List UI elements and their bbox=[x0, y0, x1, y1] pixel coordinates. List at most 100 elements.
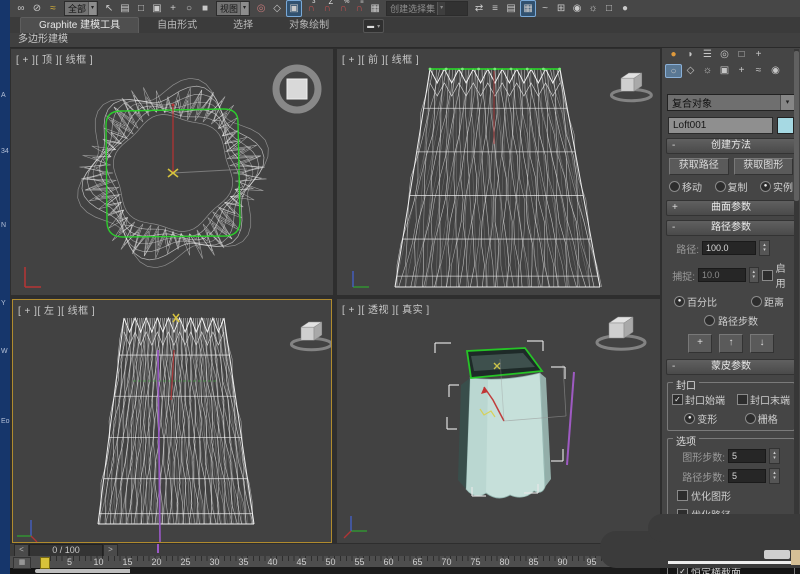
tab-object-paint[interactable]: 对象绘制 bbox=[271, 18, 347, 33]
render-production-icon[interactable]: ● bbox=[618, 1, 632, 16]
path-value-spinner[interactable]: ▴▾ bbox=[759, 240, 770, 256]
window-crossing-icon[interactable]: ▣ bbox=[150, 1, 164, 16]
path-steps-spinner[interactable]: ▴▾ bbox=[769, 468, 780, 484]
material-editor-icon[interactable]: ◉ bbox=[570, 1, 584, 16]
layer-manager-icon[interactable]: ▤ bbox=[504, 1, 518, 16]
object-name-field[interactable]: Loft001 bbox=[668, 117, 773, 134]
render-setup-icon[interactable]: ☼ bbox=[586, 1, 600, 16]
path-steps-radio[interactable] bbox=[704, 315, 715, 326]
viewport-front-label[interactable]: [ + ][ 前 ][ 线框 ] bbox=[342, 51, 419, 66]
bind-to-space-warp-icon[interactable]: ≈ bbox=[46, 1, 60, 16]
tab-selection[interactable]: 选择 bbox=[215, 18, 271, 33]
path-value-field[interactable]: 100.0 bbox=[702, 241, 756, 255]
viewport-top-label[interactable]: [ + ][ 顶 ][ 线框 ] bbox=[16, 51, 93, 66]
named-sets-dropdown[interactable]: 创建选择集▾ bbox=[386, 1, 468, 16]
rollout-skin-params[interactable]: -蒙皮参数 bbox=[666, 359, 796, 375]
cp-cat-systems[interactable]: ◉ bbox=[767, 64, 784, 78]
pick-shape-button[interactable]: + bbox=[688, 334, 712, 353]
viewport-perspective[interactable]: [ + ][ 透视 ][ 真实 ] bbox=[337, 299, 660, 543]
curve-editor-icon[interactable]: ~ bbox=[538, 1, 552, 16]
select-by-name-icon[interactable]: ▤ bbox=[118, 1, 132, 16]
reference-coord-dropdown[interactable]: 视图▾ bbox=[216, 1, 250, 16]
cp-tab-display[interactable]: □ bbox=[733, 48, 750, 62]
cp-tab-hierarchy[interactable]: ☰ bbox=[699, 48, 716, 62]
keyboard-override-icon[interactable]: ▣ bbox=[286, 0, 302, 17]
path-steps-field[interactable]: 5 bbox=[728, 469, 766, 483]
select-object-icon[interactable]: ↖ bbox=[102, 1, 116, 16]
selection-filter-dropdown[interactable]: 全部▾ bbox=[64, 1, 98, 16]
front-view-wireframe bbox=[337, 49, 660, 295]
snap-toggle-3d-icon[interactable]: ∩3 bbox=[304, 1, 318, 16]
cp-cat-cameras[interactable]: ▣ bbox=[716, 64, 733, 78]
tab-freeform[interactable]: 自由形式 bbox=[139, 18, 215, 33]
name-and-color-row: Loft001 bbox=[668, 117, 794, 134]
next-frame-button[interactable]: > bbox=[103, 544, 118, 557]
distance-radio[interactable] bbox=[751, 296, 762, 307]
cp-tab-utilities[interactable]: + bbox=[750, 48, 767, 62]
select-and-link-icon[interactable]: ∞ bbox=[14, 1, 28, 16]
panel-scrollbar[interactable] bbox=[794, 49, 799, 541]
shape-steps-field[interactable]: 5 bbox=[728, 449, 766, 463]
mini-curve-editor-button[interactable]: ▦ bbox=[13, 557, 31, 569]
percentage-radio[interactable]: ● bbox=[674, 296, 685, 307]
viewport-persp-label[interactable]: [ + ][ 透视 ][ 真实 ] bbox=[342, 301, 430, 316]
graphite-ribbon-toggle-icon[interactable]: ▦ bbox=[520, 0, 536, 17]
instance-radio[interactable]: ● bbox=[760, 181, 771, 192]
schematic-view-icon[interactable]: ⊞ bbox=[554, 1, 568, 16]
optimize-shapes-checkbox[interactable] bbox=[677, 490, 688, 501]
object-category-dropdown[interactable]: 复合对象 ▾ bbox=[667, 94, 795, 111]
rollout-path-params[interactable]: -路径参数 bbox=[666, 220, 796, 236]
select-and-scale-icon[interactable]: ■ bbox=[198, 1, 212, 16]
cp-cat-shapes[interactable]: ◇ bbox=[682, 64, 699, 78]
use-pivot-center-icon[interactable]: ◎ bbox=[254, 1, 268, 16]
get-shape-button[interactable]: 获取图形 bbox=[734, 158, 794, 175]
copy-radio[interactable] bbox=[715, 181, 726, 192]
select-and-rotate-icon[interactable]: ○ bbox=[182, 1, 196, 16]
viewport-left-label[interactable]: [ + ][ 左 ][ 线框 ] bbox=[18, 302, 95, 317]
previous-frame-button[interactable]: < bbox=[14, 544, 29, 557]
previous-shape-button[interactable]: ↑ bbox=[719, 334, 743, 353]
grid-radio[interactable] bbox=[745, 413, 756, 424]
ribbon-display-toggle[interactable]: ▬▾ bbox=[363, 19, 384, 33]
object-color-swatch[interactable] bbox=[777, 117, 794, 134]
cap-end-checkbox[interactable] bbox=[737, 394, 748, 405]
select-and-move-icon[interactable]: + bbox=[166, 1, 180, 16]
cp-cat-spacewarps[interactable]: ≈ bbox=[750, 64, 767, 78]
viewport-top[interactable]: [ + ][ 顶 ][ 线框 ] bbox=[11, 49, 333, 295]
mirror-icon[interactable]: ⇄ bbox=[472, 1, 486, 16]
move-radio[interactable] bbox=[669, 181, 680, 192]
rollout-creation-method[interactable]: -创建方法 bbox=[666, 138, 796, 154]
frame-counter[interactable]: 0 / 100 bbox=[29, 544, 103, 557]
edit-named-sets-icon[interactable]: ▦ bbox=[368, 1, 382, 16]
cp-cat-lights[interactable]: ☼ bbox=[699, 64, 716, 78]
spinner-snap-icon[interactable]: ∩≡ bbox=[352, 1, 366, 16]
next-shape-button[interactable]: ↓ bbox=[750, 334, 774, 353]
rect-selection-region-icon[interactable]: □ bbox=[134, 1, 148, 16]
cp-tab-create[interactable]: ● bbox=[665, 48, 682, 62]
morph-radio[interactable]: ● bbox=[684, 413, 695, 424]
cap-start-checkbox[interactable]: ✓ bbox=[672, 394, 683, 405]
enable-snap-checkbox[interactable] bbox=[762, 270, 773, 281]
panel-scrollbar-thumb[interactable] bbox=[794, 51, 799, 201]
cp-cat-geometry[interactable]: ○ bbox=[665, 64, 682, 78]
snap-value-spinner[interactable]: ▴▾ bbox=[749, 267, 759, 283]
unlink-selection-icon[interactable]: ⊘ bbox=[30, 1, 44, 16]
background-window-strip: A34NYWEo bbox=[0, 0, 10, 574]
tab-graphite-modeling[interactable]: Graphite 建模工具 bbox=[20, 17, 139, 33]
angle-snap-icon[interactable]: ∩∠ bbox=[320, 1, 334, 16]
cp-tab-motion[interactable]: ◎ bbox=[716, 48, 733, 62]
shape-steps-spinner[interactable]: ▴▾ bbox=[769, 448, 780, 464]
viewport-left-active[interactable]: [ + ][ 左 ][ 线框 ] bbox=[12, 299, 332, 543]
rollout-surface-params[interactable]: +曲面参数 bbox=[666, 200, 796, 216]
cp-tab-modify[interactable]: ◗ bbox=[682, 48, 699, 62]
align-icon[interactable]: ≡ bbox=[488, 1, 502, 16]
rendered-frame-icon[interactable]: □ bbox=[602, 1, 616, 16]
viewport-front[interactable]: [ + ][ 前 ][ 线框 ] bbox=[337, 49, 660, 295]
select-and-manipulate-icon[interactable]: ◇ bbox=[270, 1, 284, 16]
cp-cat-helpers[interactable]: + bbox=[733, 64, 750, 78]
polygon-modeling-panel-label[interactable]: 多边形建模 bbox=[18, 34, 68, 45]
track-bar-slider[interactable] bbox=[40, 557, 50, 569]
percent-snap-icon[interactable]: ∩% bbox=[336, 1, 350, 16]
get-path-button[interactable]: 获取路径 bbox=[669, 158, 729, 175]
snap-value-field[interactable]: 10.0 bbox=[698, 268, 746, 282]
